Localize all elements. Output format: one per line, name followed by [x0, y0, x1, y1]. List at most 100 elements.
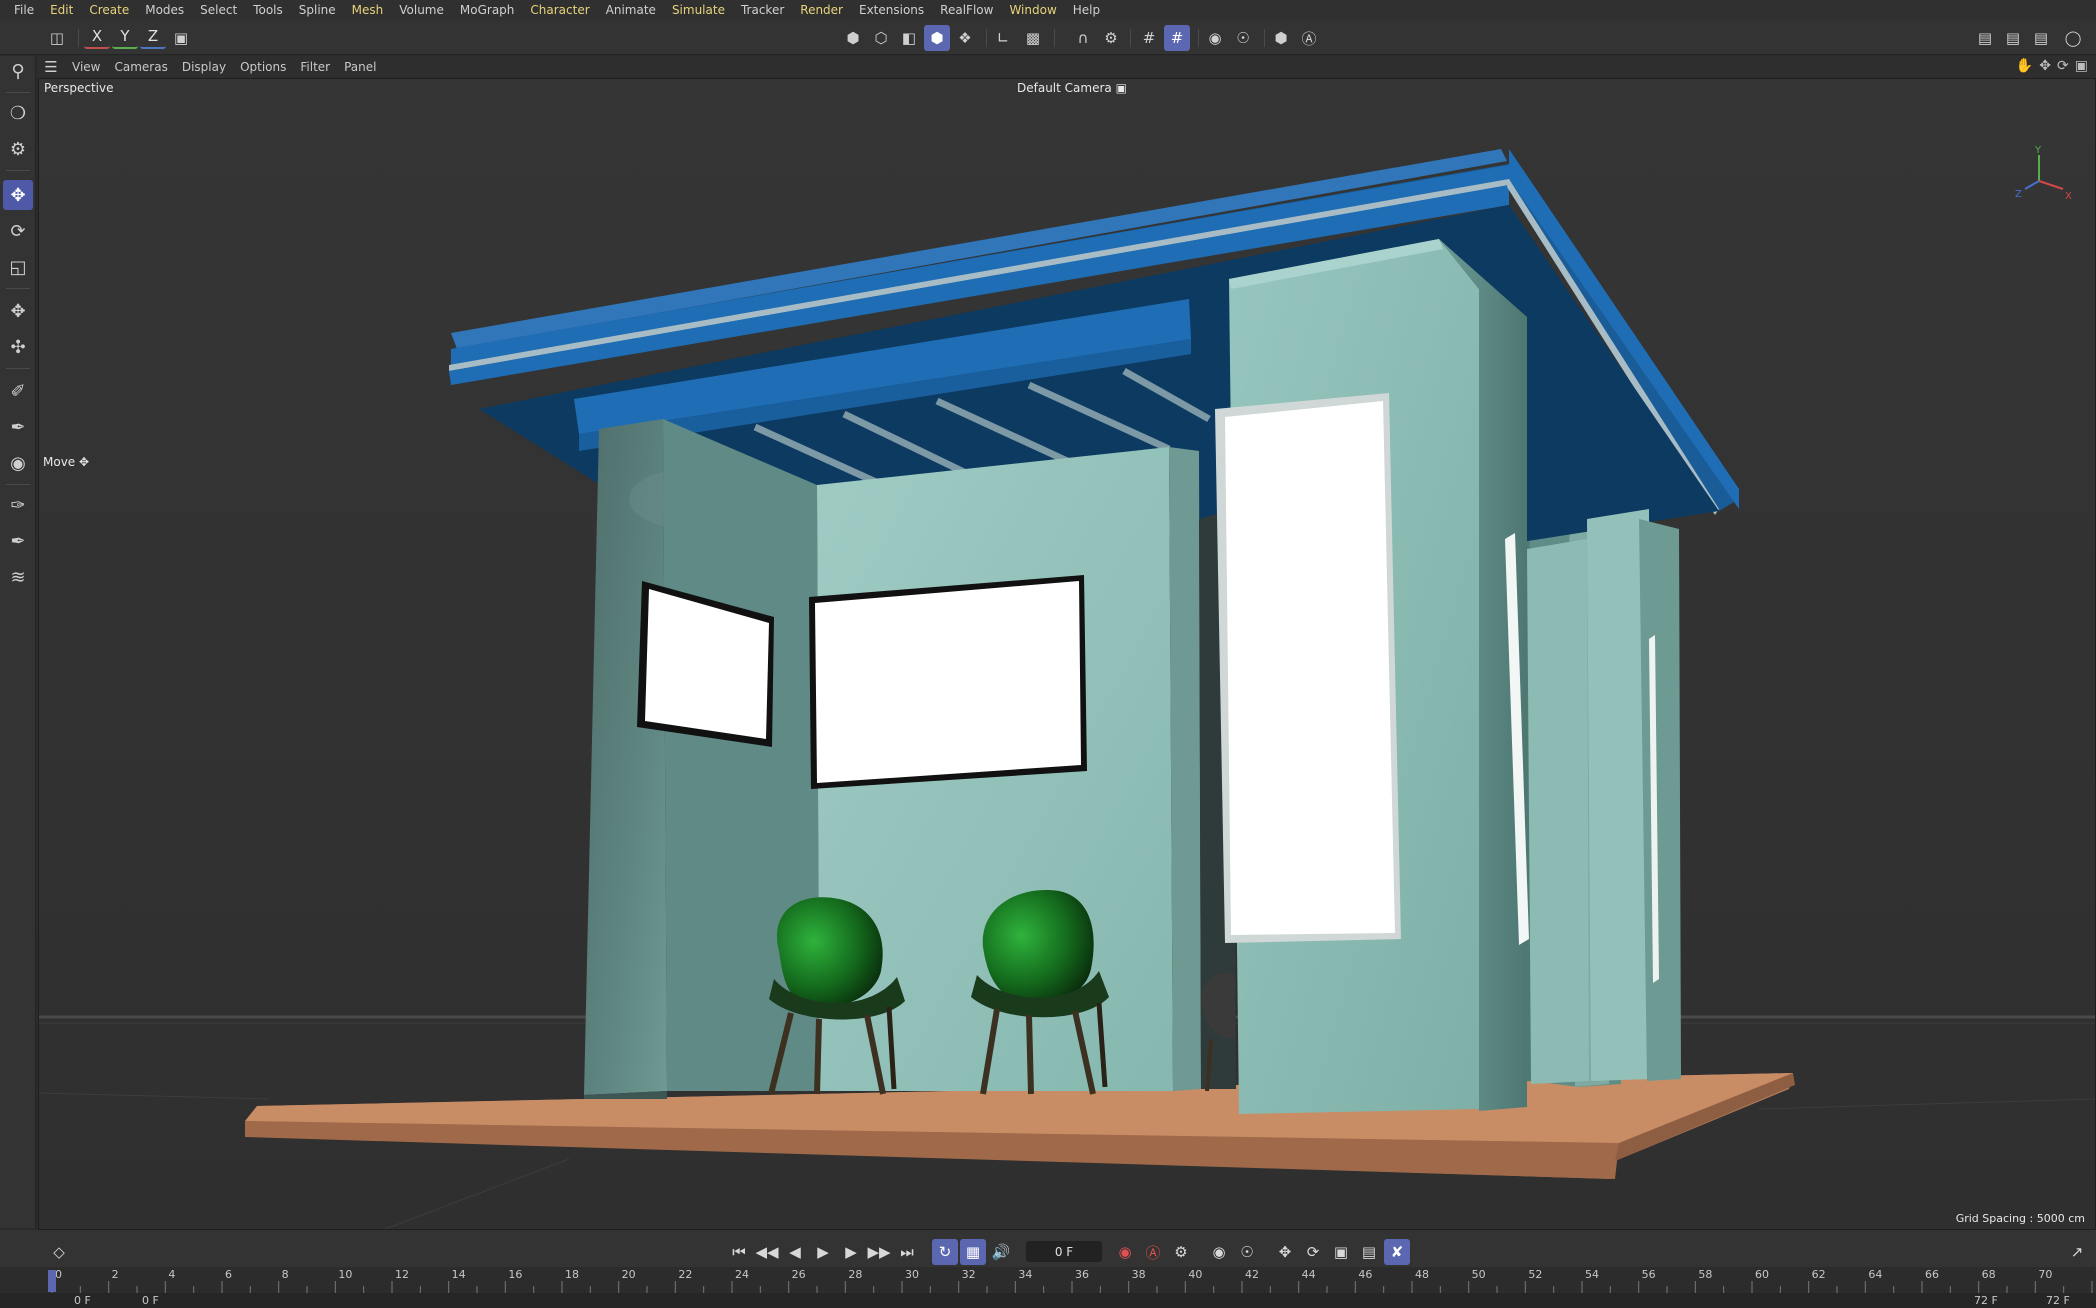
keyframe-diamond-icon[interactable]: ◇: [46, 1239, 72, 1265]
x-axis-lock-button[interactable]: X: [84, 25, 110, 49]
menu-item-tracker[interactable]: Tracker: [733, 0, 792, 21]
render-queue-icon[interactable]: ▤: [2028, 25, 2054, 51]
render-region-icon[interactable]: ◉: [1202, 25, 1228, 51]
key-pla-icon[interactable]: ✘: [1384, 1239, 1410, 1265]
transform-tool-icon[interactable]: ✥: [3, 296, 33, 326]
end-frame-label[interactable]: 72 F: [1974, 1294, 1998, 1307]
menu-item-mesh[interactable]: Mesh: [344, 0, 392, 21]
play-button[interactable]: ▶: [810, 1239, 836, 1265]
menu-item-create[interactable]: Create: [81, 0, 137, 21]
snap-settings-icon[interactable]: ⚙: [1098, 25, 1124, 51]
render-settings-icon[interactable]: ☉: [1230, 25, 1256, 51]
render-view-icon[interactable]: ▤: [2000, 25, 2026, 51]
points-mode-icon[interactable]: ⬢: [840, 25, 866, 51]
menu-item-character[interactable]: Character: [522, 0, 597, 21]
selection-options-icon[interactable]: ⚙: [3, 134, 33, 164]
next-frame-button[interactable]: ▶: [838, 1239, 864, 1265]
camera-label[interactable]: Default Camera ▣: [1017, 81, 1127, 95]
viewport-menu-options[interactable]: Options: [233, 60, 293, 74]
snap-magnet-icon[interactable]: ∩: [1070, 25, 1096, 51]
spline-sketch-icon[interactable]: ✒: [3, 412, 33, 442]
axis-mode-icon[interactable]: ∟: [990, 25, 1016, 51]
timeline-ruler[interactable]: 0 2 4 6 8 10 12 14 16 18 20 22 24 26 28 30 32 34 36 38 40 42 4…: [0, 1267, 2096, 1293]
coordinate-system-icon[interactable]: ▣: [168, 25, 194, 51]
viewport-menu-filter[interactable]: Filter: [293, 60, 337, 74]
search-icon[interactable]: ⚲: [3, 56, 33, 86]
menu-item-render[interactable]: Render: [792, 0, 851, 21]
menu-item-spline[interactable]: Spline: [291, 0, 344, 21]
rotate-view-icon[interactable]: ⟳: [2057, 58, 2069, 74]
spline-pen-icon[interactable]: ✐: [3, 376, 33, 406]
autokey-button[interactable]: Ⓐ: [1140, 1239, 1166, 1265]
brush-icon[interactable]: ✑: [3, 490, 33, 520]
next-key-button[interactable]: ▶▶: [866, 1239, 892, 1265]
previous-frame-button[interactable]: ◀: [782, 1239, 808, 1265]
viewport-menu-view[interactable]: View: [65, 60, 107, 74]
object-mode-icon[interactable]: ❖: [952, 25, 978, 51]
key-rotation-icon[interactable]: ☉: [1234, 1239, 1260, 1265]
locked-workplane-icon[interactable]: #: [1164, 25, 1190, 51]
maximize-view-icon[interactable]: ▣: [2075, 58, 2088, 74]
menu-item-volume[interactable]: Volume: [391, 0, 452, 21]
sound-icon[interactable]: 🔊: [988, 1239, 1014, 1265]
menu-item-help[interactable]: Help: [1065, 0, 1108, 21]
timeline-tick-label: 60: [1755, 1268, 1769, 1281]
timeline-expand-icon[interactable]: ↗: [2064, 1239, 2090, 1265]
rotate-tool-icon[interactable]: ⟳: [3, 216, 33, 246]
key-param-icon[interactable]: ▤: [1356, 1239, 1382, 1265]
menu-item-select[interactable]: Select: [192, 0, 245, 21]
record-active-button[interactable]: ◉: [1112, 1239, 1138, 1265]
move-tool-icon[interactable]: ✥: [3, 180, 33, 210]
model-mode-icon[interactable]: ⬢: [924, 25, 950, 51]
3d-viewport[interactable]: Y Z X Perspective Default Camera ▣ Move …: [38, 78, 2096, 1230]
multi-transform-icon[interactable]: ✣: [3, 332, 33, 362]
previous-key-button[interactable]: ◀◀: [754, 1239, 780, 1265]
sculpt-icon[interactable]: ≋: [3, 562, 33, 592]
pan-view-icon[interactable]: ✋: [2016, 58, 2033, 74]
scale-tool-icon[interactable]: ◱: [3, 252, 33, 282]
current-frame-field[interactable]: 0 F: [1026, 1241, 1102, 1262]
live-selection-icon[interactable]: ❍: [3, 98, 33, 128]
viewport-menu-display[interactable]: Display: [175, 60, 233, 74]
timeline-mode-button[interactable]: ▦: [960, 1239, 986, 1265]
z-axis-lock-button[interactable]: Z: [140, 25, 166, 49]
key-rot-icon[interactable]: ⟳: [1300, 1239, 1326, 1265]
viewport-menu-panel[interactable]: Panel: [337, 60, 383, 74]
start-frame-label[interactable]: 0 F: [74, 1294, 91, 1307]
go-to-end-button[interactable]: ⏭: [894, 1239, 920, 1265]
key-pos-icon[interactable]: ✥: [1272, 1239, 1298, 1265]
knife-icon[interactable]: ✒: [3, 526, 33, 556]
key-position-icon[interactable]: ◉: [1206, 1239, 1232, 1265]
y-axis-lock-button[interactable]: Y: [112, 25, 138, 49]
menu-item-animate[interactable]: Animate: [598, 0, 664, 21]
menu-item-window[interactable]: Window: [1001, 0, 1064, 21]
layout-icon[interactable]: ◯: [2060, 25, 2086, 51]
move-view-icon[interactable]: ✥: [2039, 58, 2051, 74]
menu-item-modes[interactable]: Modes: [137, 0, 192, 21]
min-frame-label[interactable]: 0 F: [142, 1294, 159, 1307]
menu-item-simulate[interactable]: Simulate: [664, 0, 733, 21]
menu-item-file[interactable]: File: [6, 0, 42, 21]
viewport-menu-cameras[interactable]: Cameras: [107, 60, 174, 74]
menu-item-realflow[interactable]: RealFlow: [932, 0, 1001, 21]
edges-mode-icon[interactable]: ⬡: [868, 25, 894, 51]
menu-item-mograph[interactable]: MoGraph: [452, 0, 523, 21]
go-to-start-button[interactable]: ⏮: [726, 1239, 752, 1265]
loop-button[interactable]: ↻: [932, 1239, 958, 1265]
workplane-grid-icon[interactable]: #: [1136, 25, 1162, 51]
polygons-mode-icon[interactable]: ◧: [896, 25, 922, 51]
menu-item-extensions[interactable]: Extensions: [851, 0, 932, 21]
texture-mode-icon[interactable]: ▩: [1020, 25, 1046, 51]
timeline-tick-label: 6: [225, 1268, 232, 1281]
mograph-icon[interactable]: ◉: [3, 448, 33, 478]
keyframe-settings-icon[interactable]: ⚙: [1168, 1239, 1194, 1265]
undo-view-icon[interactable]: ◫: [44, 25, 70, 51]
auto-key-icon[interactable]: Ⓐ: [1296, 25, 1322, 51]
clapboard-icon[interactable]: ▤: [1972, 25, 1998, 51]
key-scale-icon[interactable]: ▣: [1328, 1239, 1354, 1265]
viewport-hamburger-icon[interactable]: ☰: [37, 58, 65, 76]
menu-item-edit[interactable]: Edit: [42, 0, 81, 21]
menu-item-tools[interactable]: Tools: [245, 0, 291, 21]
max-frame-label[interactable]: 72 F: [2046, 1294, 2070, 1307]
material-icon[interactable]: ⬢: [1268, 25, 1294, 51]
